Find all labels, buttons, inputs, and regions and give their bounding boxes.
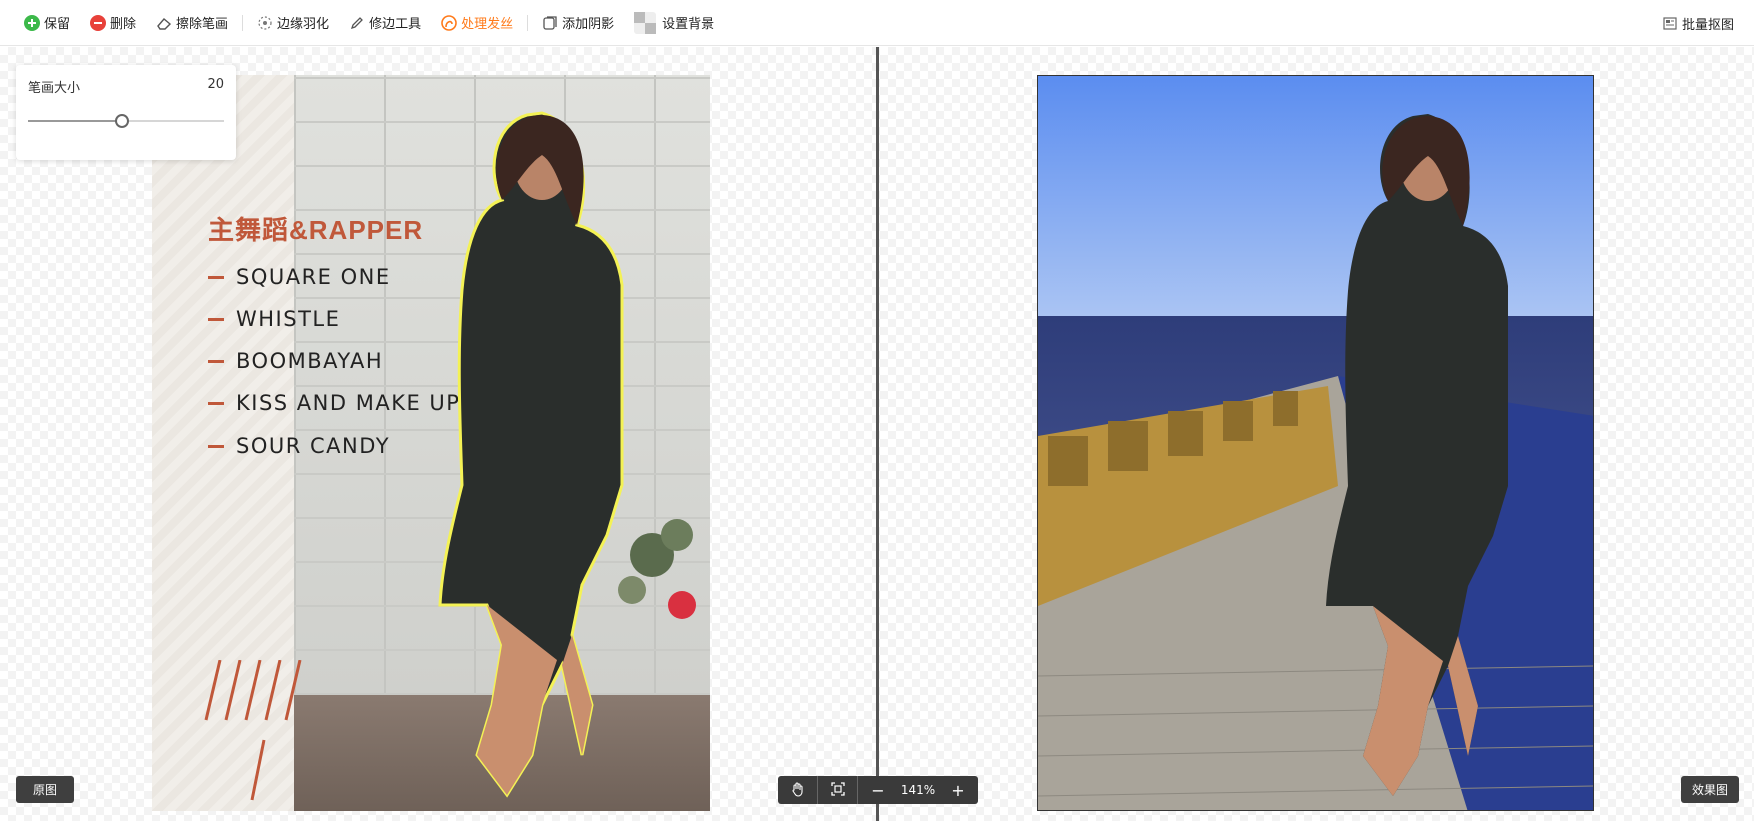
original-image-button[interactable]: 原图	[16, 776, 74, 803]
zoom-toolbar: − 141% +	[778, 776, 978, 804]
keep-button[interactable]: 保留	[14, 0, 80, 46]
toolbar: 保留 删除 擦除笔画 边缘羽化 修边工具 处理发丝 添加阴影 设置背景 批量抠图	[0, 0, 1754, 46]
brush-size-panel: 笔画大小 20	[16, 65, 236, 160]
pan-tool-button[interactable]	[778, 776, 818, 804]
trim-tool-label: 修边工具	[369, 17, 422, 32]
minus-circle-icon	[90, 14, 107, 31]
song-item: WHISTLE	[208, 307, 340, 331]
decorative-slashes	[204, 660, 302, 801]
checker-icon	[634, 11, 657, 34]
shadow-icon	[542, 15, 558, 31]
flower-bouquet	[618, 519, 696, 619]
toolbar-divider	[242, 14, 244, 31]
fit-screen-icon	[830, 781, 846, 800]
toolbar-divider	[527, 14, 529, 31]
hair-icon	[441, 14, 457, 31]
result-image-button[interactable]: 效果图	[1681, 776, 1739, 803]
song-item: BOOMBAYAH	[208, 349, 383, 373]
edge-feather-button[interactable]: 边缘羽化	[247, 0, 339, 46]
song-item: KISS AND MAKE UP	[208, 391, 460, 415]
slider-fill	[28, 120, 123, 122]
hair-process-label: 处理发丝	[461, 17, 514, 32]
batch-cutout-button[interactable]: 批量抠图	[1652, 0, 1744, 46]
song-item: SQUARE ONE	[208, 265, 391, 289]
slider-knob[interactable]	[115, 114, 130, 128]
feather-icon	[257, 15, 273, 31]
plus-circle-icon	[24, 14, 40, 31]
add-shadow-button[interactable]: 添加阴影	[532, 0, 624, 46]
erase-stroke-button[interactable]: 擦除笔画	[146, 0, 238, 46]
erase-stroke-label: 擦除笔画	[176, 17, 229, 32]
trim-tool-button[interactable]: 修边工具	[339, 0, 431, 46]
song-item: SOUR CANDY	[208, 434, 390, 458]
hair-process-button[interactable]: 处理发丝	[431, 0, 523, 46]
zoom-in-button[interactable]: +	[938, 776, 978, 804]
eraser-icon	[156, 15, 172, 31]
batch-cutout-label: 批量抠图	[1681, 17, 1734, 33]
compare-divider[interactable]	[876, 47, 879, 821]
brush-size-label: 笔画大小	[28, 81, 81, 96]
delete-button[interactable]: 删除	[80, 0, 146, 46]
add-shadow-label: 添加阴影	[562, 17, 615, 32]
fit-screen-button[interactable]	[818, 776, 858, 804]
zoom-level: 141%	[900, 783, 936, 797]
original-image-canvas[interactable]: 主舞蹈&RAPPER SQUARE ONE WHISTLE BOOMBAYAH …	[152, 75, 710, 811]
delete-label: 删除	[110, 17, 137, 32]
poster-title: 主舞蹈&RAPPER	[208, 215, 424, 245]
edge-feather-label: 边缘羽化	[277, 17, 330, 32]
person-cutout-result	[1326, 114, 1508, 796]
pen-icon	[349, 15, 365, 31]
keep-label: 保留	[44, 17, 71, 32]
set-background-button[interactable]: 设置背景	[624, 0, 724, 46]
person-cutout-selection	[438, 111, 624, 798]
brush-size-value: 20	[207, 77, 224, 92]
zoom-out-button[interactable]: −	[858, 776, 898, 804]
set-background-label: 设置背景	[662, 17, 715, 32]
brush-size-slider[interactable]	[28, 114, 224, 128]
hand-icon	[790, 781, 806, 800]
batch-icon	[1662, 15, 1678, 31]
result-image-canvas[interactable]	[1037, 75, 1594, 811]
